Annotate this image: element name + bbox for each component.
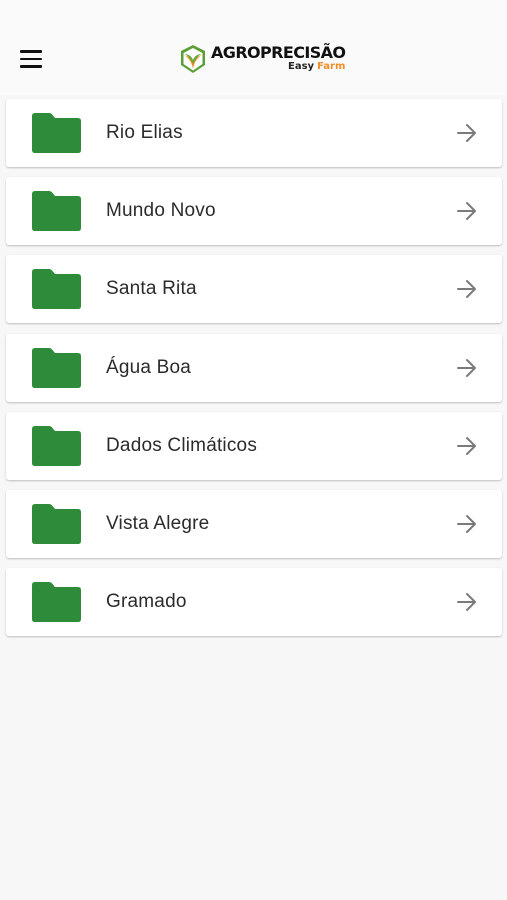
folder-list-item[interactable]: Mundo Novo (6, 177, 502, 246)
folder-list-item[interactable]: Rio Elias (6, 99, 502, 167)
folder-icon (32, 113, 81, 153)
folder-list-item[interactable]: Vista Alegre (6, 489, 502, 558)
folder-icon (32, 425, 81, 466)
folder-list-item[interactable]: Água Boa (6, 333, 502, 402)
folder-label: Água Boa (106, 356, 192, 378)
folder-label: Vista Alegre (106, 512, 210, 534)
folder-label: Dados Climáticos (106, 434, 258, 456)
logo-title: AGROPRECISÃO (211, 43, 346, 62)
arrow-right-icon[interactable] (456, 513, 478, 535)
folder-icon (32, 269, 81, 310)
agroprecisao-logo-icon (181, 45, 205, 73)
logo-subtitle-farm: Farm (317, 61, 346, 72)
folder-label: Gramado (106, 591, 187, 613)
folder-list-item[interactable]: Gramado (6, 568, 502, 637)
arrow-right-icon[interactable] (456, 200, 478, 222)
hamburger-menu-icon (20, 50, 42, 53)
hamburger-line (20, 57, 42, 61)
arrow-right-icon[interactable] (456, 591, 478, 613)
folder-label: Rio Elias (106, 122, 183, 143)
folder-icon (32, 503, 81, 544)
folder-label: Santa Rita (106, 278, 197, 300)
arrow-right-icon[interactable] (456, 357, 478, 379)
menu-button[interactable] (20, 45, 50, 73)
folder-list-item[interactable]: Santa Rita (6, 255, 502, 324)
arrow-right-icon[interactable] (456, 122, 478, 144)
logo-subtitle-easy: Easy (288, 61, 315, 72)
folder-icon (32, 347, 81, 388)
folder-list-item[interactable]: Dados Climáticos (6, 411, 502, 480)
folder-icon (32, 191, 81, 232)
app-bar: AGROPRECISÃO Easy Farm (0, 0, 507, 95)
logo-subtitle: Easy Farm (288, 62, 345, 72)
arrow-right-icon[interactable] (456, 435, 478, 457)
app-screen: AGROPRECISÃO Easy Farm Rio Elias Mundo Nov… (0, 0, 507, 900)
hamburger-line (20, 65, 42, 68)
folder-icon (32, 582, 81, 623)
folder-list: Rio Elias Mundo Novo Santa Rita Água Boa Dad… (6, 99, 502, 646)
folder-label: Mundo Novo (106, 200, 216, 222)
app-logo: AGROPRECISÃO Easy Farm (179, 43, 346, 77)
arrow-right-icon[interactable] (456, 278, 478, 300)
